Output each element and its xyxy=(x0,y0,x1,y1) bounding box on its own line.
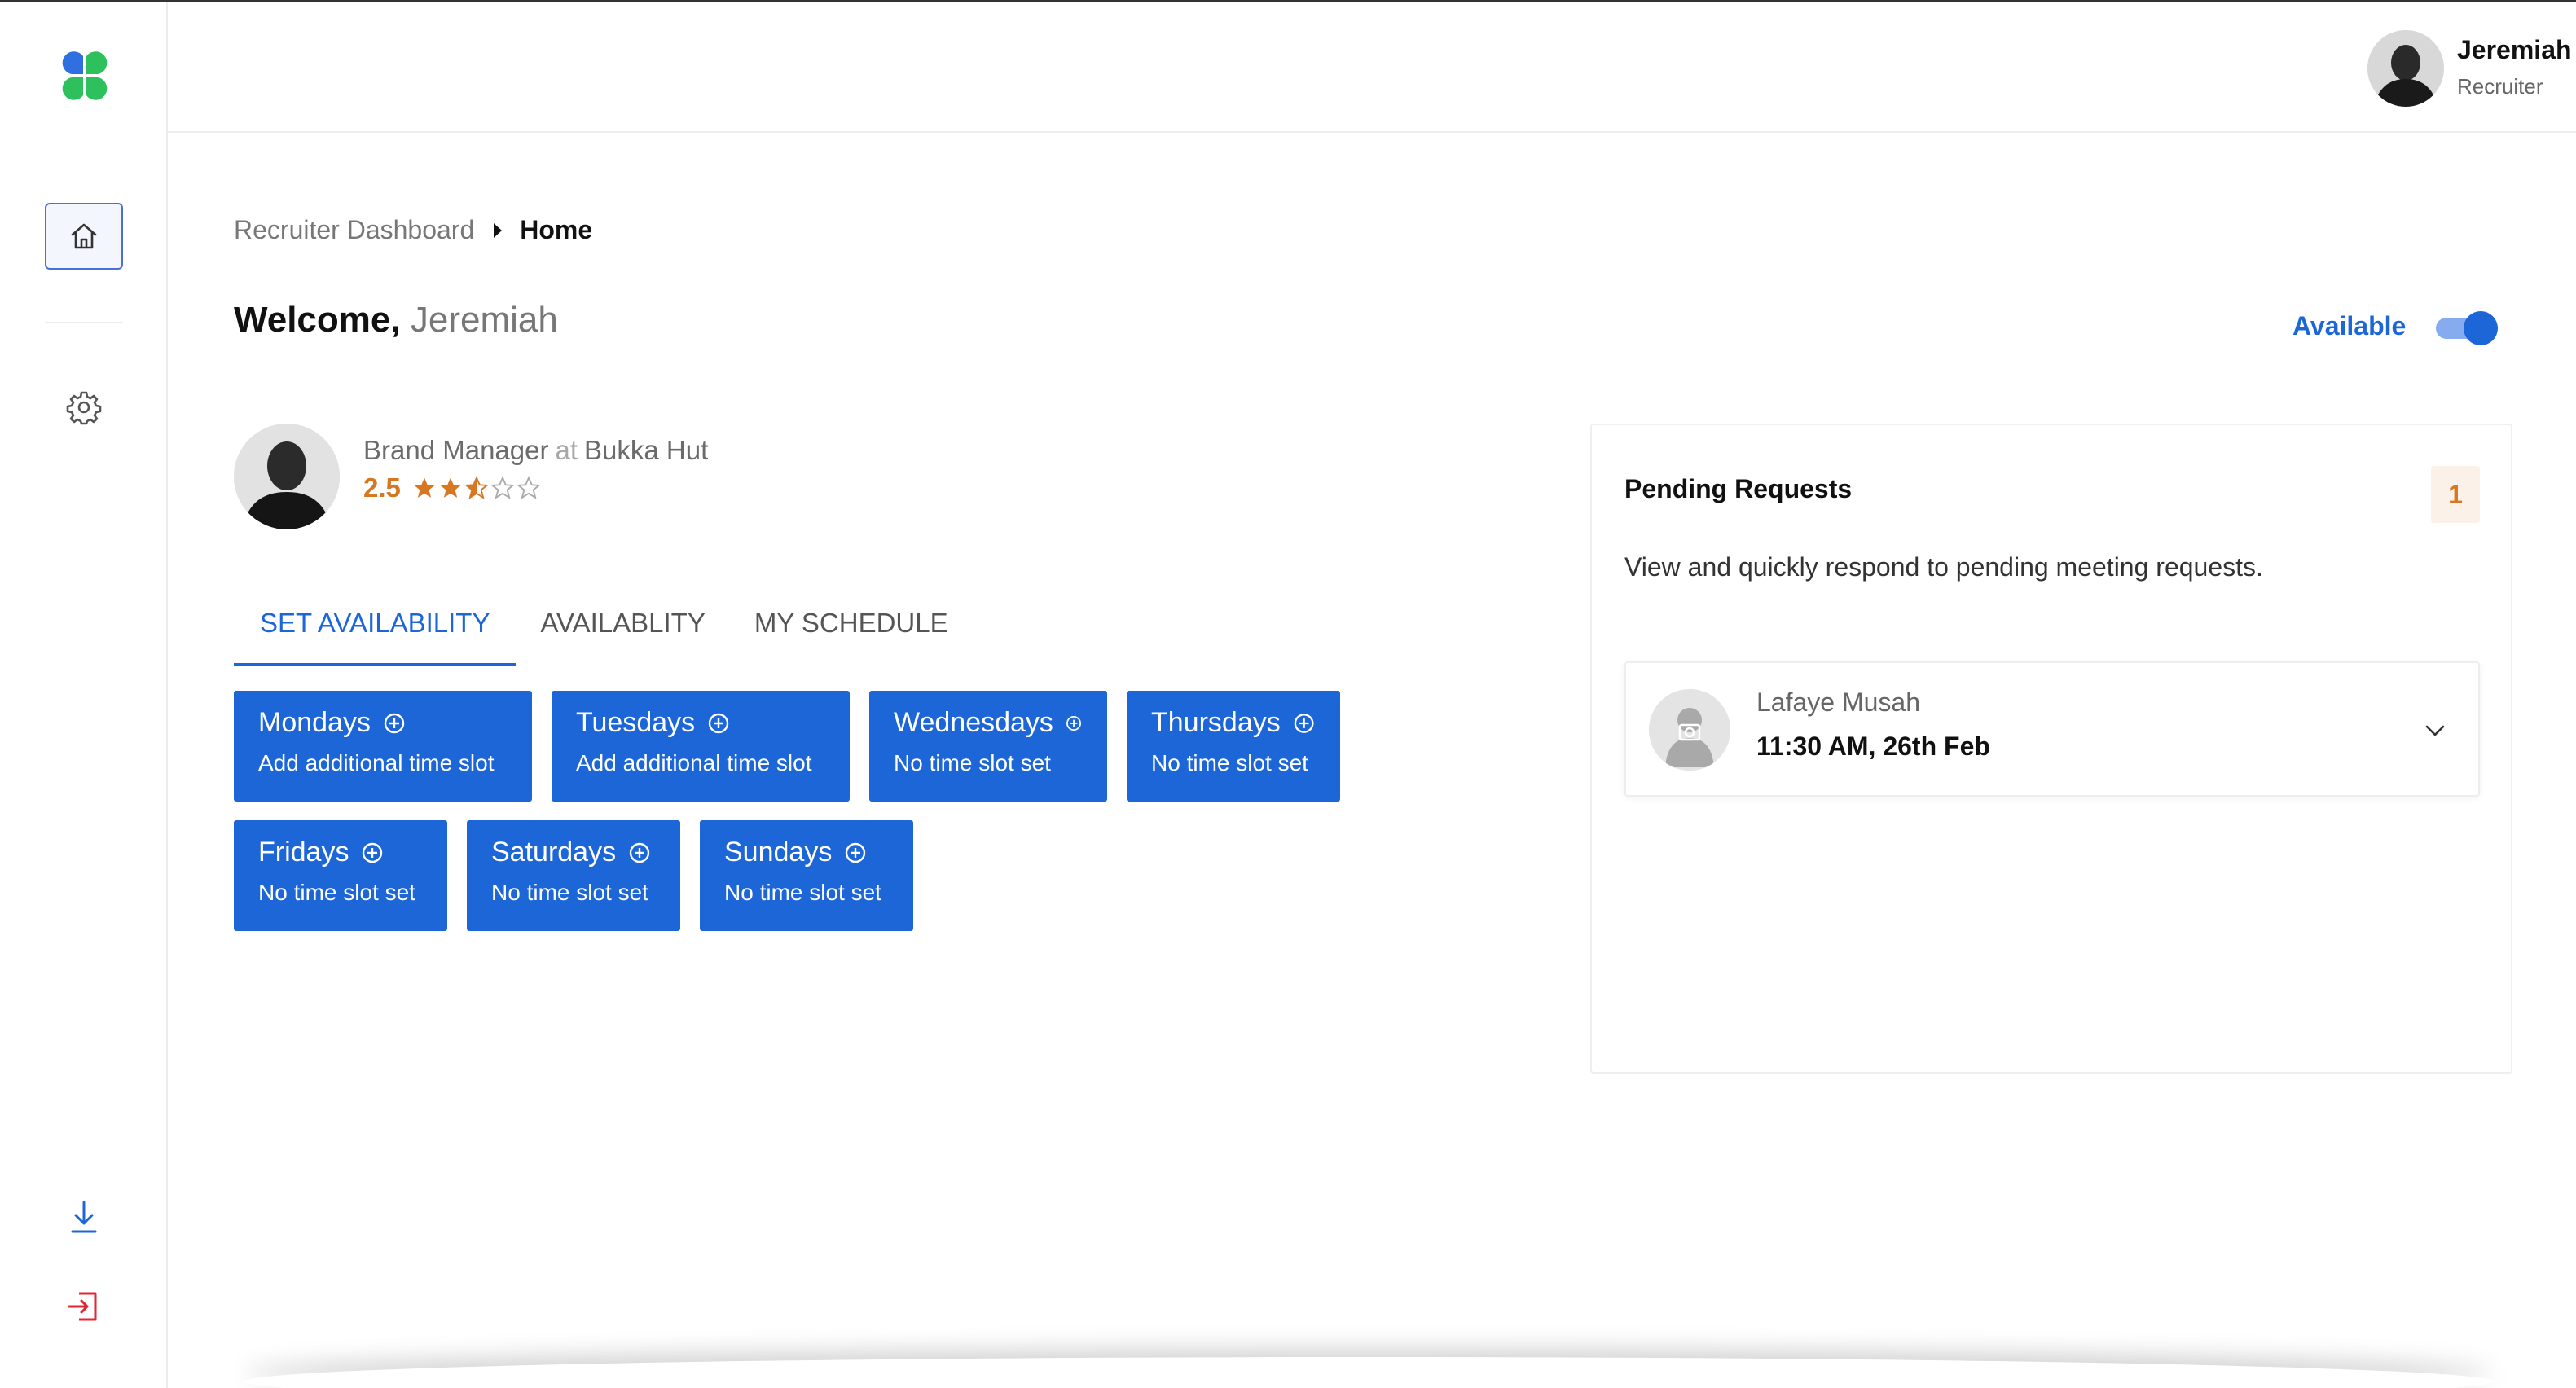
day-card-fridays[interactable]: Fridays No time slot set xyxy=(234,820,447,931)
tab-bar: SET AVAILABILITY AVAILABLITY MY SCHEDULE xyxy=(234,601,973,666)
requester-name: Lafaye Musah xyxy=(1756,687,1921,717)
home-icon xyxy=(71,223,97,249)
pending-count-badge: 1 xyxy=(2431,466,2480,523)
breadcrumb: Recruiter Dashboard Home xyxy=(234,215,592,245)
nav-download-button[interactable] xyxy=(60,1193,108,1241)
bottom-shadow xyxy=(244,1357,2493,1388)
sidebar xyxy=(0,2,168,1388)
request-card[interactable]: Lafaye Musah 11:30 AM, 26th Feb xyxy=(1624,661,2480,797)
add-circle-icon[interactable] xyxy=(382,711,407,736)
breadcrumb-current: Home xyxy=(520,215,593,244)
welcome-heading: Welcome, Jeremiah xyxy=(234,300,558,340)
user-name: Jeremiah Johnson xyxy=(2457,35,2576,64)
profile-role: Brand Manager xyxy=(363,435,549,465)
add-circle-icon[interactable] xyxy=(627,841,652,865)
day-card-mondays[interactable]: Mondays Add additional time slot xyxy=(234,691,532,802)
breadcrumb-parent-link[interactable]: Recruiter Dashboard xyxy=(234,215,474,245)
pending-title: Pending Requests xyxy=(1624,474,1853,503)
star-full-icon xyxy=(414,477,435,498)
tab-availability[interactable]: AVAILABLITY xyxy=(516,601,729,666)
pending-requests-panel: Pending Requests 1 View and quickly resp… xyxy=(1590,424,2512,1074)
add-circle-icon[interactable] xyxy=(843,841,868,865)
day-name: Tuesdays xyxy=(576,707,696,738)
tab-my-schedule[interactable]: MY SCHEDULE xyxy=(730,601,973,666)
pending-description: View and quickly respond to pending meet… xyxy=(1624,552,2263,582)
clover-logo-icon[interactable] xyxy=(52,43,117,108)
top-header: Jeremiah Johnson Recruiter xyxy=(168,2,2576,133)
day-card-thursdays[interactable]: Thursdays No time slot set xyxy=(1127,691,1340,802)
star-full-icon xyxy=(440,477,461,498)
day-status: No time slot set xyxy=(1151,750,1308,775)
add-circle-icon[interactable] xyxy=(706,711,731,736)
download-icon xyxy=(71,1201,97,1233)
rating-value: 2.5 xyxy=(363,472,401,503)
nav-logout-button[interactable] xyxy=(60,1283,108,1330)
day-name: Thursdays xyxy=(1151,707,1281,738)
day-name: Sundays xyxy=(724,837,833,868)
day-name: Fridays xyxy=(258,837,349,868)
day-card-sundays[interactable]: Sundays No time slot set xyxy=(700,820,913,931)
availability-toggle[interactable] xyxy=(2436,311,2498,345)
rating-stars xyxy=(412,476,543,500)
tab-set-availability[interactable]: SET AVAILABILITY xyxy=(234,601,517,666)
day-status: No time slot set xyxy=(258,880,415,905)
day-status: Add additional time slot xyxy=(258,750,495,775)
nav-home-button[interactable] xyxy=(45,203,123,270)
sidebar-divider xyxy=(45,322,123,323)
day-name: Saturdays xyxy=(491,837,617,868)
day-status: No time slot set xyxy=(724,880,881,905)
profile-company: Bukka Hut xyxy=(584,435,709,465)
day-card-wednesdays[interactable]: Wednesdays No time slot set xyxy=(869,691,1107,802)
star-empty-icon xyxy=(516,476,541,499)
star-empty-icon xyxy=(490,476,515,499)
requester-avatar-placeholder xyxy=(1649,689,1730,771)
day-name: Mondays xyxy=(258,707,371,738)
add-circle-icon[interactable] xyxy=(1292,711,1316,736)
breadcrumb-separator-icon xyxy=(494,222,503,238)
add-circle-icon[interactable] xyxy=(360,841,385,865)
chevron-down-icon[interactable] xyxy=(2416,712,2454,749)
profile-at: at xyxy=(555,435,578,465)
logout-icon xyxy=(68,1292,97,1321)
add-circle-icon[interactable] xyxy=(1065,711,1083,736)
day-card-saturdays[interactable]: Saturdays No time slot set xyxy=(467,820,680,931)
profile-title: Brand Manager at Bukka Hut xyxy=(363,435,708,466)
day-card-tuesdays[interactable]: Tuesdays Add additional time slot xyxy=(552,691,850,802)
request-time: 11:30 AM, 26th Feb xyxy=(1756,731,1990,761)
day-name: Wednesdays xyxy=(894,707,1053,738)
toggle-knob xyxy=(2464,311,2498,345)
profile-avatar xyxy=(234,424,340,529)
user-role: Recruiter xyxy=(2457,74,2543,99)
day-status: Add additional time slot xyxy=(576,750,812,775)
day-status: No time slot set xyxy=(491,880,648,905)
nav-settings-button[interactable] xyxy=(59,382,109,433)
gear-icon xyxy=(66,391,102,425)
welcome-name: Jeremiah xyxy=(410,300,558,340)
star-half-icon xyxy=(464,476,489,499)
availability-label: Available xyxy=(2292,311,2407,340)
user-avatar[interactable] xyxy=(2367,30,2444,107)
profile-rating: 2.5 xyxy=(363,472,543,503)
welcome-label: Welcome, xyxy=(234,300,401,340)
day-status: No time slot set xyxy=(894,750,1051,775)
